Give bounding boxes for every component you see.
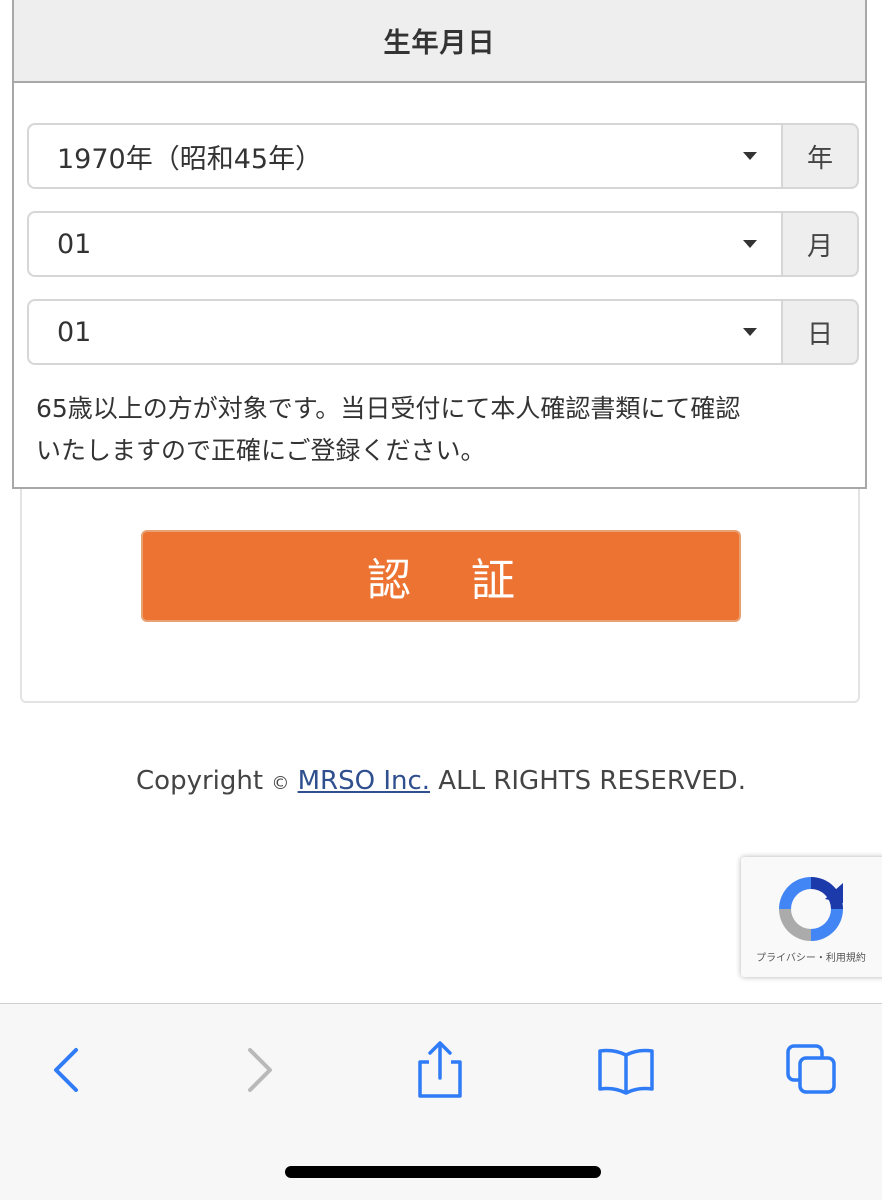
eligibility-note: 65歳以上の方が対象です。当日受付にて本人確認書類にて確認 いたしますので正確に… [36,388,856,472]
company-link[interactable]: MRSO Inc. [298,766,430,796]
copyright-footer: Copyright © MRSO Inc. ALL RIGHTS RESERVE… [0,766,882,796]
dropdown-caret-icon [743,240,757,248]
home-indicator [285,1166,601,1178]
eligibility-note-line2: いたしますので正確にご登録ください。 [36,436,486,465]
bookmarks-icon[interactable] [596,1040,656,1100]
back-icon[interactable] [38,1040,98,1100]
day-select-value: 01 [57,316,92,348]
day-row: 01 日 [27,299,859,365]
month-select[interactable]: 01 [27,211,781,277]
day-select[interactable]: 01 [27,299,781,365]
year-unit-label: 年 [781,123,859,189]
birthdate-section: 生年月日 1970年（昭和45年） 年 01 月 01 日 65歳以上の方が対象… [12,0,867,489]
dropdown-caret-icon [743,152,757,160]
year-select[interactable]: 1970年（昭和45年） [27,123,781,189]
month-select-value: 01 [57,228,92,260]
month-row: 01 月 [27,211,859,277]
eligibility-note-line1: 65歳以上の方が対象です。当日受付にて本人確認書類にて確認 [36,394,741,423]
recaptcha-logo-icon [779,877,843,941]
recaptcha-terms: プライバシー・利用規約 [756,953,866,964]
month-unit-label: 月 [781,211,859,277]
forward-icon[interactable] [228,1040,288,1100]
day-unit-label: 日 [781,299,859,365]
birthdate-header: 生年月日 [14,0,865,83]
dropdown-caret-icon [743,328,757,336]
tabs-icon[interactable] [782,1040,842,1100]
recaptcha-badge[interactable]: プライバシー・利用規約 [741,857,882,977]
year-row: 1970年（昭和45年） 年 [27,123,859,189]
copyright-symbol: © [271,773,290,794]
share-icon[interactable] [410,1040,470,1100]
rights-text: ALL RIGHTS RESERVED. [438,766,746,796]
year-select-value: 1970年（昭和45年） [57,143,323,175]
authenticate-button[interactable]: 認証 [141,530,741,622]
copyright-prefix: Copyright [136,766,264,796]
